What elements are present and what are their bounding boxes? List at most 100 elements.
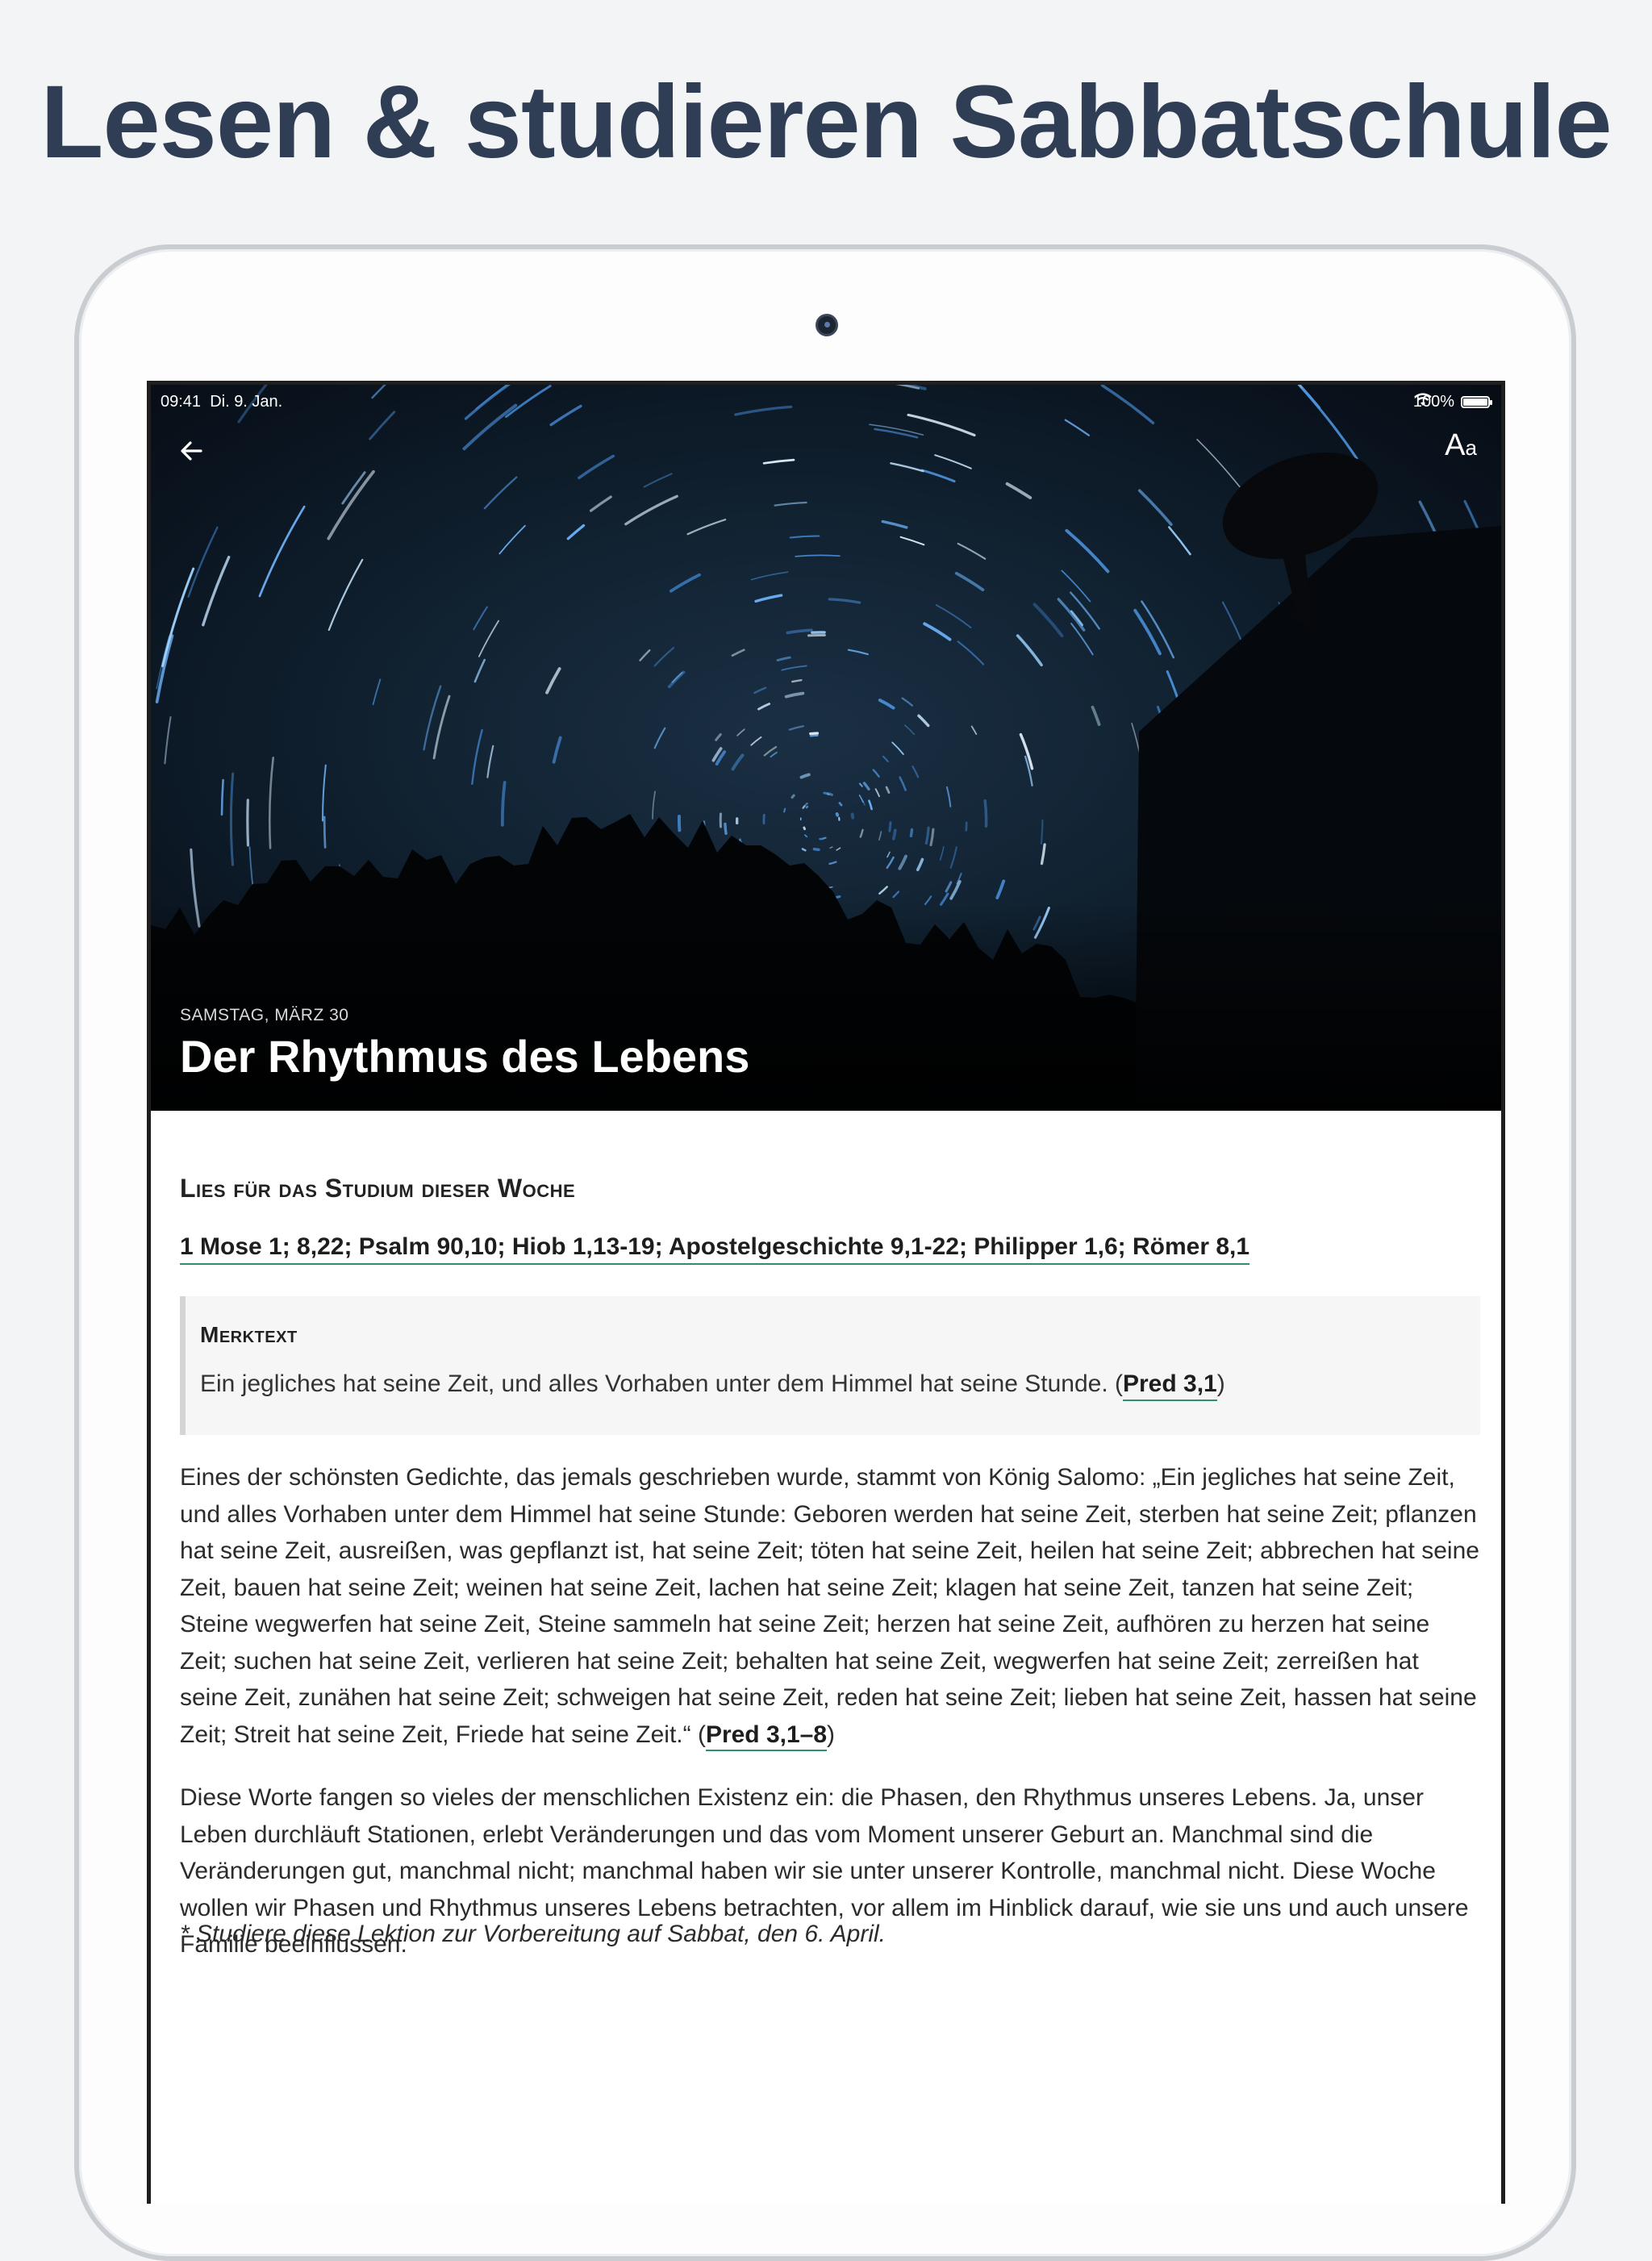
star-trail [830,862,836,864]
star-trail [203,557,229,625]
star-trail [922,470,954,482]
star-trail [778,657,790,660]
star-trail [918,859,923,870]
star-trail [892,742,903,754]
star-trail [840,803,841,806]
star-trail [655,728,665,749]
star-trail [764,460,794,463]
star-trail [931,829,933,845]
star-trail [163,569,194,666]
star-trails-image [151,385,1501,1111]
star-trail [782,666,807,670]
star-trail [865,783,870,790]
star-trail [849,650,868,654]
star-trail [828,794,832,795]
star-trail [919,715,928,725]
bible-references-link[interactable]: 1 Mose 1; 8,22; Psalm 90,10; Hiob 1,13-1… [180,1233,1249,1265]
star-trail [958,641,984,664]
status-time: 09:41 Di. 9. Jan. [161,393,282,411]
star-trail [811,733,818,734]
star-trail [805,835,807,836]
star-trail [913,766,919,777]
paragraph-1: Eines der schönsten Gedichte, das jemals… [180,1459,1480,1753]
memory-text-body: Ein jegliches hat seine Zeit, und alles … [200,1370,1225,1398]
star-trail [554,738,561,762]
lesson-title: Der Rhythmus des Lebens [180,1030,749,1083]
star-trail [716,735,721,740]
star-trail [947,787,950,807]
star-trail [883,757,888,761]
star-trail [671,575,699,591]
star-trail [863,801,865,805]
paragraph-1-reference-link[interactable]: Pred 3,1–8 [706,1721,827,1751]
star-trail [1169,528,1190,555]
star-trail [908,415,974,435]
star-trail [951,882,960,899]
page-headline: Lesen & studieren Sabbatschule [0,58,1652,187]
star-trail [957,574,983,590]
star-trail [806,803,807,804]
star-trail [752,572,788,579]
star-trail [886,787,889,793]
star-trail [905,725,914,734]
star-trail [935,455,971,469]
star-trail [653,791,655,819]
bible-references: 1 Mose 1; 8,22; Psalm 90,10; Hiob 1,13-1… [180,1233,1249,1261]
star-trail [894,830,895,839]
star-trail [1018,636,1042,665]
star-trail [824,793,827,794]
star-trail [655,648,674,665]
star-trail [860,784,862,786]
star-trail [958,544,986,559]
star-trail [836,848,840,850]
star-trail [900,778,906,791]
font-size-icon-big: A [1445,428,1465,462]
memory-reference-link[interactable]: Pred 3,1 [1123,1370,1217,1401]
star-trail [903,699,912,706]
star-trail [324,817,325,848]
status-bar: 09:41 Di. 9. Jan. 100% [151,385,1501,417]
star-trail [937,605,971,628]
star-trail [1042,845,1045,864]
star-trail [887,857,894,868]
star-trail [972,727,977,735]
memory-text-content: Ein jegliches hat seine Zeit, und alles … [200,1370,1123,1397]
star-trail [830,847,832,848]
star-trail [579,456,614,478]
font-size-button[interactable]: Aa [1445,428,1477,463]
memory-text-title: Merktext [200,1322,298,1348]
star-trail [811,735,817,736]
star-trail [879,832,882,840]
star-trail [670,672,684,686]
font-size-icon-small: a [1466,436,1477,460]
star-trail [775,503,807,506]
star-trail [1093,707,1099,724]
star-trail [323,765,326,821]
star-trail [222,780,223,815]
star-trail [434,696,449,758]
hero-image: 09:41 Di. 9. Jan. 100% Aa SAMSTAG, MÄRZ … [151,385,1501,1111]
star-trail [803,849,805,850]
star-trail [997,881,1003,898]
star-trail [941,847,944,860]
star-trail [951,847,957,868]
star-trail [591,497,611,511]
star-trail [894,891,899,897]
star-trail [165,717,170,763]
star-trail [157,636,173,702]
star-trail [499,526,525,554]
star-trail [1197,440,1240,487]
star-trail [485,478,516,509]
star-trail [814,849,819,850]
back-button[interactable] [173,433,209,469]
star-trail [473,607,487,630]
paragraph-1-close: ) [827,1721,835,1748]
star-trail [475,660,485,682]
star-trail [787,630,811,632]
star-trail [733,755,743,769]
star-trail [547,669,560,693]
star-trail [673,673,682,682]
star-trail [882,522,907,528]
star-trail [1041,820,1043,844]
reading-heading: Lies für das Studium dieser Woche [180,1174,575,1204]
